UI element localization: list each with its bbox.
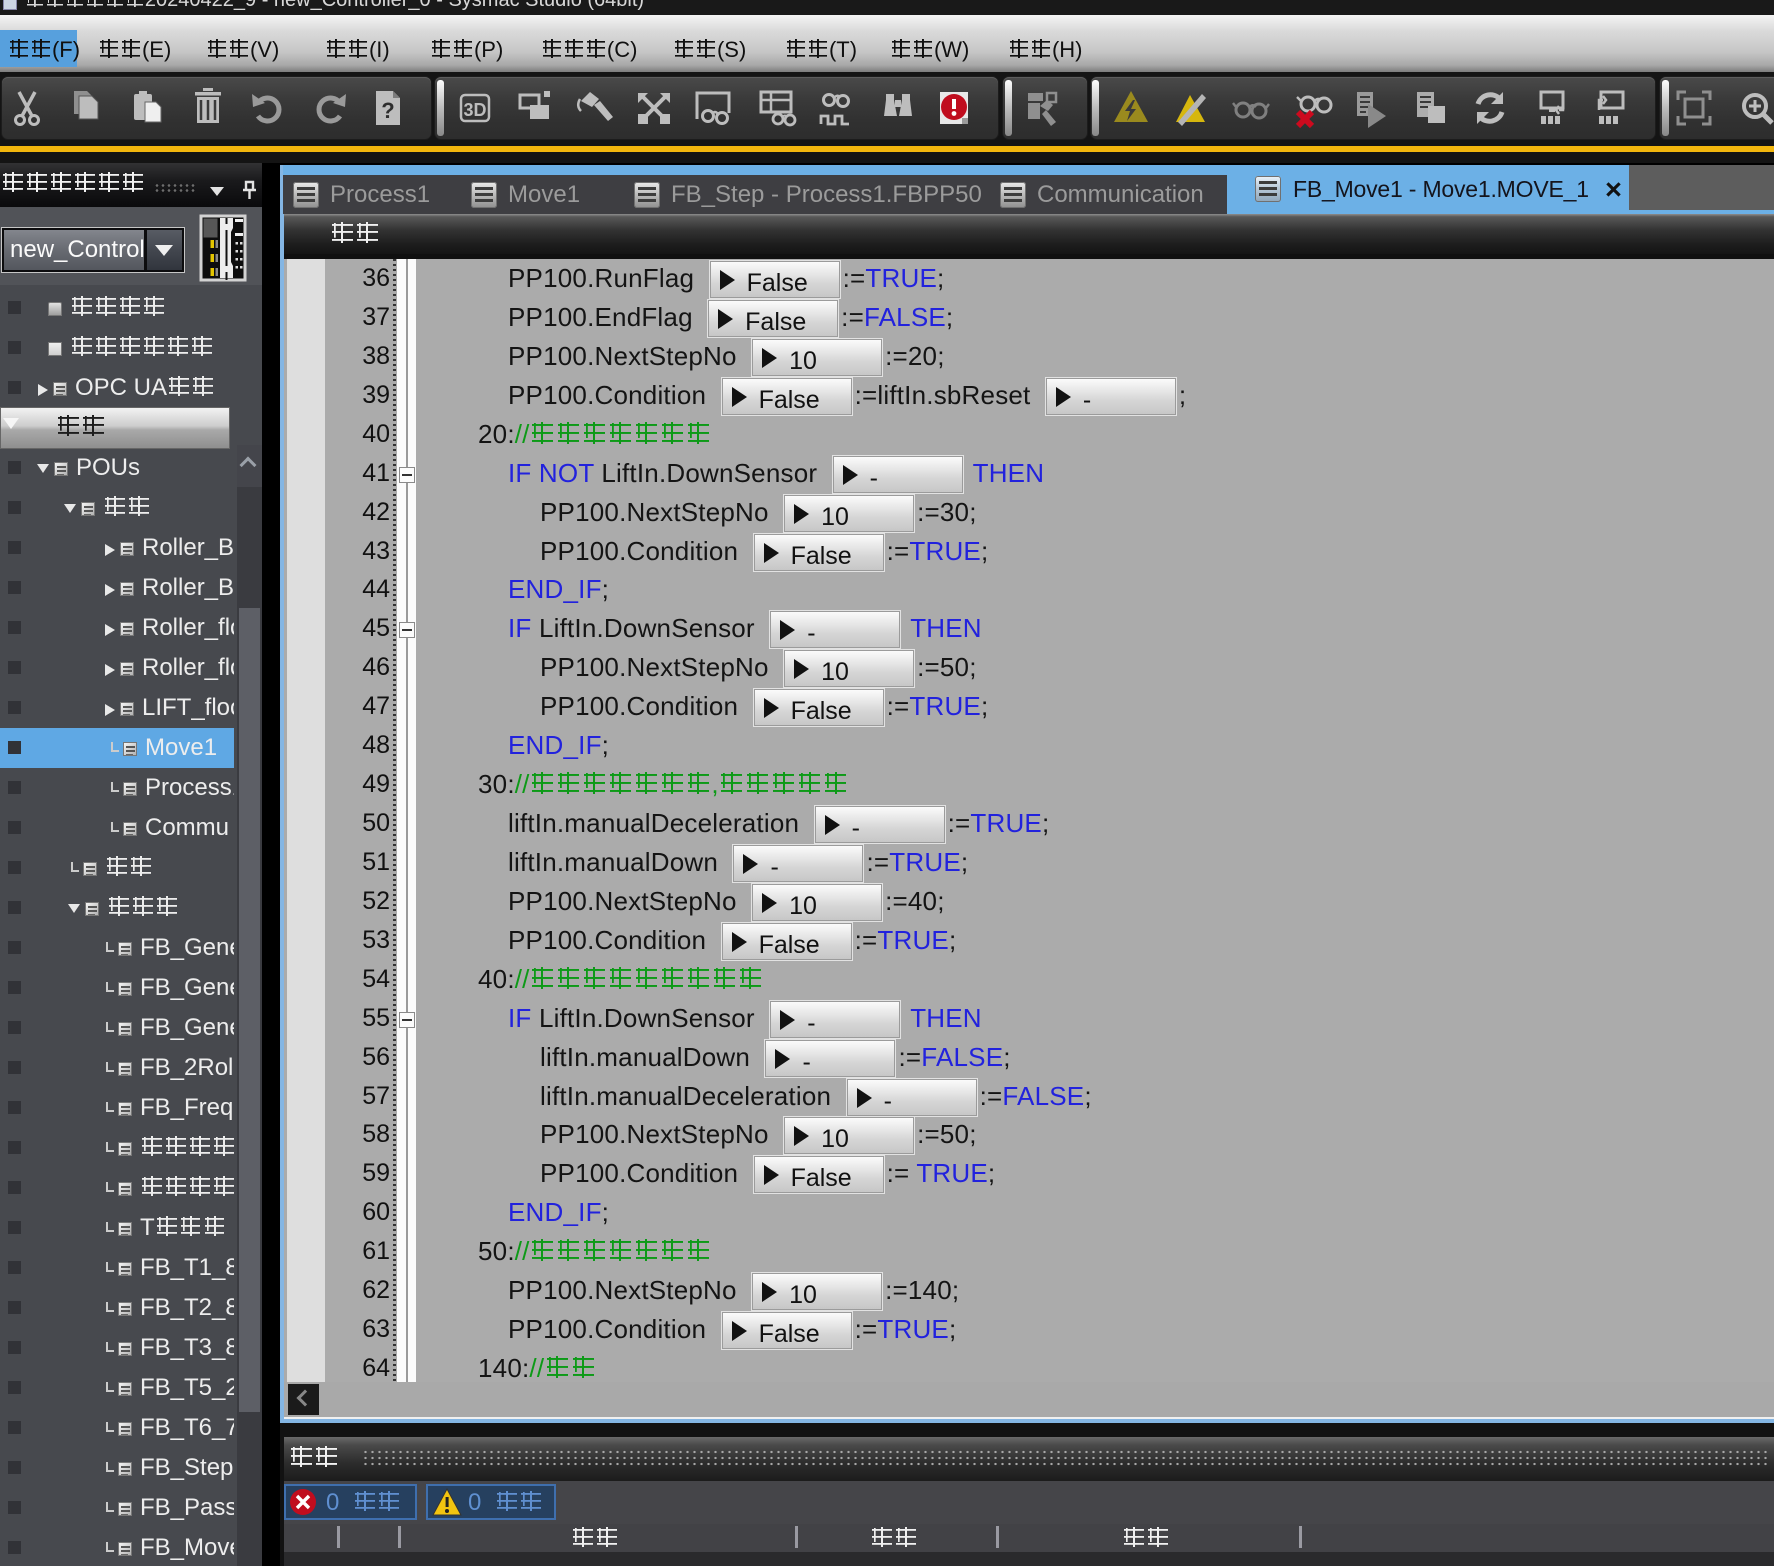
svg-text:?: ?	[381, 98, 394, 123]
svg-text:3D: 3D	[463, 100, 486, 120]
